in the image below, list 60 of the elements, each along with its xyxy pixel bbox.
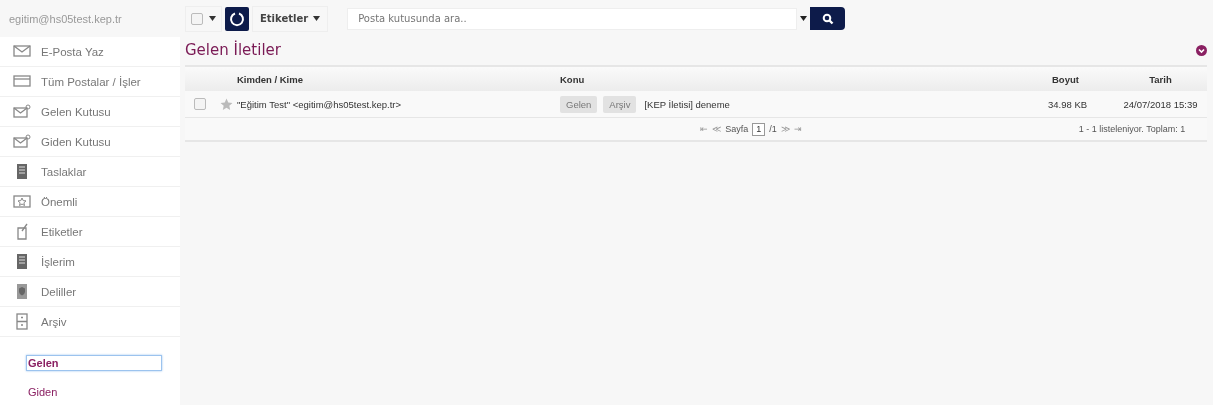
sidebar-label: Deliller <box>41 285 77 298</box>
sidebar-label: E-Posta Yaz <box>41 45 104 58</box>
column-header[interactable]: Boyut <box>1022 73 1079 85</box>
caret-icon[interactable] <box>800 16 808 21</box>
page-total: /1 <box>769 124 777 134</box>
star-icon[interactable] <box>219 97 233 111</box>
folder-link[interactable]: Gelen <box>26 355 162 371</box>
sidebar-label: Tüm Postalar / İşler <box>41 75 141 88</box>
account-email: egitim@hs05test.kep.tr <box>0 0 180 37</box>
sidebar-item[interactable]: Gelen Kutusu <box>0 97 180 127</box>
sidebar-item[interactable]: E-Posta Yaz <box>0 37 180 67</box>
last-page-button[interactable]: ⇥ <box>793 124 802 134</box>
cabinet-icon <box>13 313 31 330</box>
sidebar-item[interactable]: Arşiv <box>0 307 180 337</box>
envelope-icon <box>13 73 31 90</box>
next-page-button[interactable]: ≫ <box>780 124 790 134</box>
subject-cell: [KEP İletisi] deneme <box>644 98 730 110</box>
envelope-icon <box>13 43 31 60</box>
sidebar-item[interactable]: İşlerim <box>0 247 180 277</box>
sidebar-label: Arşiv <box>41 315 67 328</box>
column-header[interactable]: Konu <box>560 73 585 85</box>
search-icon <box>821 12 834 25</box>
sidebar-label: Etiketler <box>41 225 83 238</box>
first-page-button[interactable]: ⇤ <box>700 124 709 134</box>
refresh-button[interactable] <box>225 6 249 31</box>
caret-icon <box>209 16 216 21</box>
sidebar-item[interactable]: Tüm Postalar / İşler <box>0 67 180 97</box>
envelope-icon <box>13 103 31 120</box>
date-cell: 24/07/2018 15:39 <box>1123 98 1198 110</box>
sidebar-label: Giden Kutusu <box>41 135 111 148</box>
search-field[interactable]: Posta kutusunda ara.. <box>347 7 798 30</box>
sidebar-label: Önemli <box>41 195 78 208</box>
tag-label[interactable]: Gelen <box>560 95 598 113</box>
page-field[interactable]: 1 <box>752 122 766 136</box>
page-label: Sayfa <box>725 124 749 134</box>
sidebar-item[interactable]: Etiketler <box>0 217 180 247</box>
page-title: Gelen İletiler <box>185 41 281 59</box>
checkbox[interactable] <box>191 12 203 25</box>
folder-link[interactable]: Giden <box>26 384 162 400</box>
caret-icon <box>313 16 321 21</box>
list-summary: 1 - 1 listeleniyor. Toplam: 1 <box>1078 124 1186 134</box>
sender-cell-text: "Eğitim Test" <egitim@hs05test.kep.tr> <box>237 98 403 110</box>
sidebar-item[interactable]: Taslaklar <box>0 157 180 187</box>
sidebar-label: İşlerim <box>41 255 75 268</box>
envelope-icon <box>13 133 31 150</box>
sidebar-label: Taslaklar <box>41 165 87 178</box>
chevron-down-icon[interactable] <box>1196 44 1207 56</box>
refresh-icon <box>229 10 245 27</box>
sidebar-item[interactable]: Önemli <box>0 187 180 217</box>
column-header[interactable]: Kimden / Kime <box>237 73 552 85</box>
previous-page-button[interactable]: ≪ <box>712 124 722 134</box>
row-checkbox[interactable] <box>194 98 206 110</box>
search-button[interactable] <box>810 7 846 30</box>
sidebar-item[interactable]: Giden Kutusu <box>0 127 180 157</box>
labels-dropdown[interactable]: Etiketler <box>252 5 329 32</box>
sidebar-label: Gelen Kutusu <box>41 105 111 118</box>
size-cell-text: 34.98 KB <box>1047 98 1089 110</box>
sidebar-item[interactable]: Deliller <box>0 277 180 307</box>
tag-label[interactable]: Arşiv <box>603 95 637 113</box>
column-header[interactable]: Tarih <box>1149 73 1172 85</box>
